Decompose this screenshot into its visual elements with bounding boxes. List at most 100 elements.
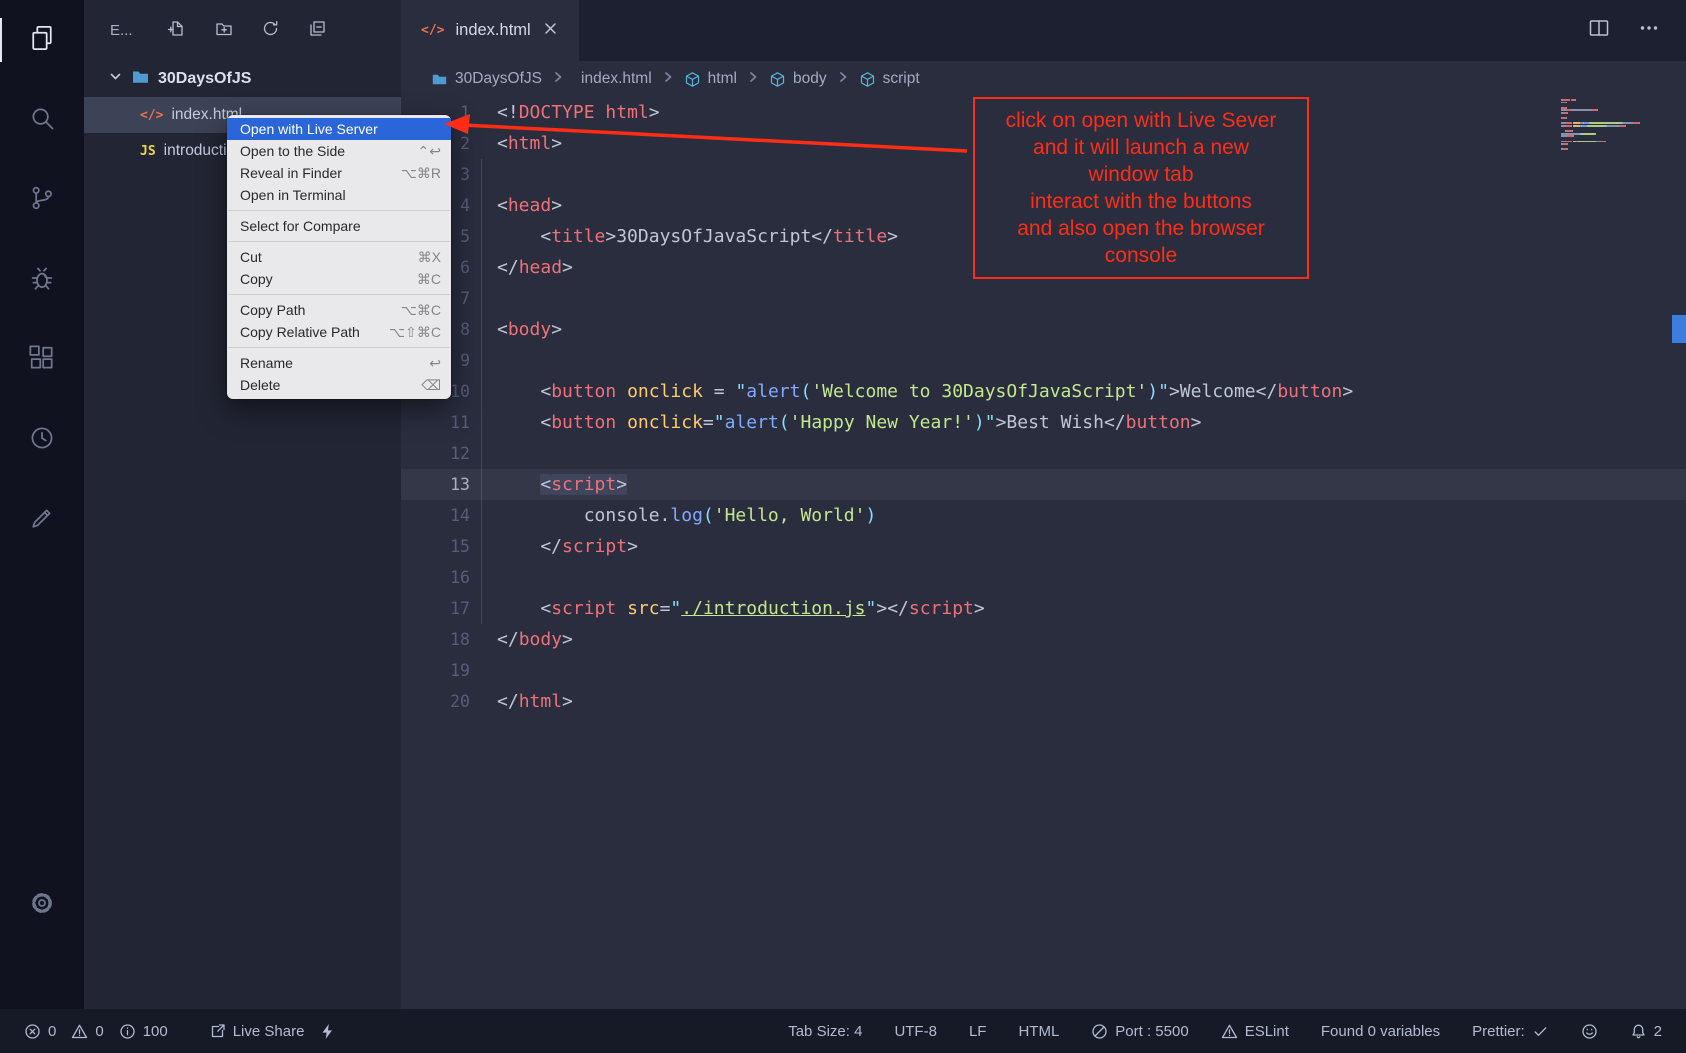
code-line-18[interactable]: 18</body> <box>401 624 1686 655</box>
menu-item-open-to-the-side[interactable]: Open to the Side⌃↩ <box>227 140 451 162</box>
cube-icon <box>859 71 876 88</box>
split-editor-icon[interactable] <box>1588 17 1610 44</box>
status-quick-run[interactable] <box>319 1023 336 1040</box>
code-line-9[interactable]: 9 <box>401 345 1686 376</box>
line-number[interactable]: 11 <box>401 407 485 438</box>
line-number[interactable]: 12 <box>401 438 485 469</box>
activity-edit-session[interactable] <box>0 480 84 560</box>
tab-index-html[interactable]: </> index.html <box>401 0 579 61</box>
code-text: <script src="./introduction.js"></script… <box>485 593 985 624</box>
menu-item-reveal-in-finder[interactable]: Reveal in Finder⌥⌘R <box>227 162 451 184</box>
code-line-17[interactable]: 17 <script src="./introduction.js"></scr… <box>401 593 1686 624</box>
line-number[interactable]: 19 <box>401 655 485 686</box>
code-text: <title>30DaysOfJavaScript</title> <box>485 221 898 252</box>
status-eslint[interactable]: ESLint <box>1221 1023 1289 1040</box>
status-tab-size[interactable]: Tab Size: 4 <box>788 1023 862 1040</box>
code-text <box>485 562 497 593</box>
line-number[interactable]: 13 <box>401 469 485 500</box>
git-branch-icon <box>28 184 56 217</box>
menu-item-copy-relative-path[interactable]: Copy Relative Path⌥⇧⌘C <box>227 321 451 343</box>
status-prettier[interactable]: Prettier: <box>1472 1023 1549 1040</box>
menu-item-copy-path[interactable]: Copy Path⌥⌘C <box>227 299 451 321</box>
code-line-10[interactable]: 10 <button onclick = "alert('Welcome to … <box>401 376 1686 407</box>
code-text <box>485 345 497 376</box>
minimap[interactable] <box>1561 99 1656 151</box>
new-folder-icon[interactable] <box>214 19 233 42</box>
code-line-11[interactable]: 11 <button onclick="alert('Happy New Yea… <box>401 407 1686 438</box>
minimap-line <box>1561 138 1656 140</box>
code-line-20[interactable]: 20</html> <box>401 686 1686 717</box>
code-line-8[interactable]: 8<body> <box>401 314 1686 345</box>
menu-item-open-with-live-server[interactable]: Open with Live Server <box>227 118 451 140</box>
code-line-15[interactable]: 15 </script> <box>401 531 1686 562</box>
status-language-mode[interactable]: HTML <box>1018 1023 1059 1040</box>
line-number[interactable]: 17 <box>401 593 485 624</box>
status-label: Tab Size: 4 <box>788 1023 862 1040</box>
close-icon[interactable] <box>542 20 559 42</box>
line-number[interactable]: 14 <box>401 500 485 531</box>
status-bar: 00 100 Live Share Tab Size: 4 UTF-8 LF HTML Po… <box>0 1009 1686 1053</box>
status-problems-info[interactable]: 100 <box>119 1023 168 1040</box>
status-problems-errors[interactable]: 0 <box>24 1023 56 1040</box>
menu-item-delete[interactable]: Delete⌫ <box>227 374 451 396</box>
menu-item-label: Select for Compare <box>240 218 361 234</box>
status-notifications[interactable]: 2 <box>1630 1023 1662 1040</box>
status-problems-warnings[interactable]: 0 <box>71 1023 103 1040</box>
code-line-19[interactable]: 19 <box>401 655 1686 686</box>
activity-source-control[interactable] <box>0 160 84 240</box>
status-live-share[interactable]: Live Share <box>209 1023 305 1040</box>
activity-search[interactable] <box>0 80 84 160</box>
activity-extensions[interactable] <box>0 320 84 400</box>
line-number[interactable]: 18 <box>401 624 485 655</box>
minimap-line <box>1561 133 1656 135</box>
activity-history[interactable] <box>0 400 84 480</box>
breadcrumb-label: index.html <box>581 70 652 88</box>
new-file-icon[interactable] <box>167 19 186 42</box>
menu-item-select-for-compare[interactable]: Select for Compare <box>227 215 451 237</box>
refresh-icon[interactable] <box>261 19 280 42</box>
breadcrumb-label: script <box>883 70 920 88</box>
overview-ruler-marker <box>1672 315 1686 343</box>
breadcrumb-item-script[interactable]: script <box>859 70 920 88</box>
activity-explorer[interactable] <box>0 0 84 80</box>
status-label: HTML <box>1018 1023 1059 1040</box>
status-label: Found 0 variables <box>1321 1023 1440 1040</box>
breadcrumb-label: html <box>708 70 737 88</box>
code-text: <button onclick="alert('Happy New Year!'… <box>485 407 1202 438</box>
line-number[interactable]: 16 <box>401 562 485 593</box>
minimap-line <box>1561 109 1656 111</box>
breadcrumb-separator-icon <box>551 70 565 89</box>
status-encoding[interactable]: UTF-8 <box>894 1023 937 1040</box>
activity-settings[interactable] <box>0 865 84 945</box>
more-actions-icon[interactable] <box>1638 17 1660 44</box>
status-feedback[interactable] <box>1581 1023 1598 1040</box>
minimap-line <box>1561 128 1656 130</box>
activity-run-debug[interactable] <box>0 240 84 320</box>
menu-item-cut[interactable]: Cut⌘X <box>227 246 451 268</box>
tab-bar: </> index.html <box>401 0 1686 61</box>
breadcrumb-item-html[interactable]: html <box>684 70 737 88</box>
code-line-16[interactable]: 16 <box>401 562 1686 593</box>
code-line-7[interactable]: 7 <box>401 283 1686 314</box>
breadcrumb-item-body[interactable]: body <box>769 70 827 88</box>
menu-item-label: Reveal in Finder <box>240 165 342 181</box>
code-line-14[interactable]: 14 console.log('Hello, World') <box>401 500 1686 531</box>
menu-item-label: Open to the Side <box>240 143 345 159</box>
status-port[interactable]: Port : 5500 <box>1091 1023 1188 1040</box>
status-variables[interactable]: Found 0 variables <box>1321 1023 1440 1040</box>
code-line-12[interactable]: 12 <box>401 438 1686 469</box>
menu-item-copy[interactable]: Copy⌘C <box>227 268 451 290</box>
collapse-all-icon[interactable] <box>308 19 327 42</box>
code-text: <!DOCTYPE html> <box>485 97 660 128</box>
menu-item-rename[interactable]: Rename↩ <box>227 352 451 374</box>
line-number[interactable]: 20 <box>401 686 485 717</box>
breadcrumb-item-30daysofjs[interactable]: 30DaysOfJS <box>431 70 542 88</box>
folder-row-30daysofjs[interactable]: 30DaysOfJS <box>84 61 401 97</box>
breadcrumb-item-index-html[interactable]: index.html <box>574 70 652 88</box>
annotation-box: click on open with Live Sever and it wil… <box>973 97 1309 279</box>
line-number[interactable]: 15 <box>401 531 485 562</box>
status-eol[interactable]: LF <box>969 1023 987 1040</box>
menu-item-open-in-terminal[interactable]: Open in Terminal <box>227 184 451 206</box>
code-line-13[interactable]: 13 <script> <box>401 469 1686 500</box>
breadcrumb-separator-icon <box>661 70 675 89</box>
